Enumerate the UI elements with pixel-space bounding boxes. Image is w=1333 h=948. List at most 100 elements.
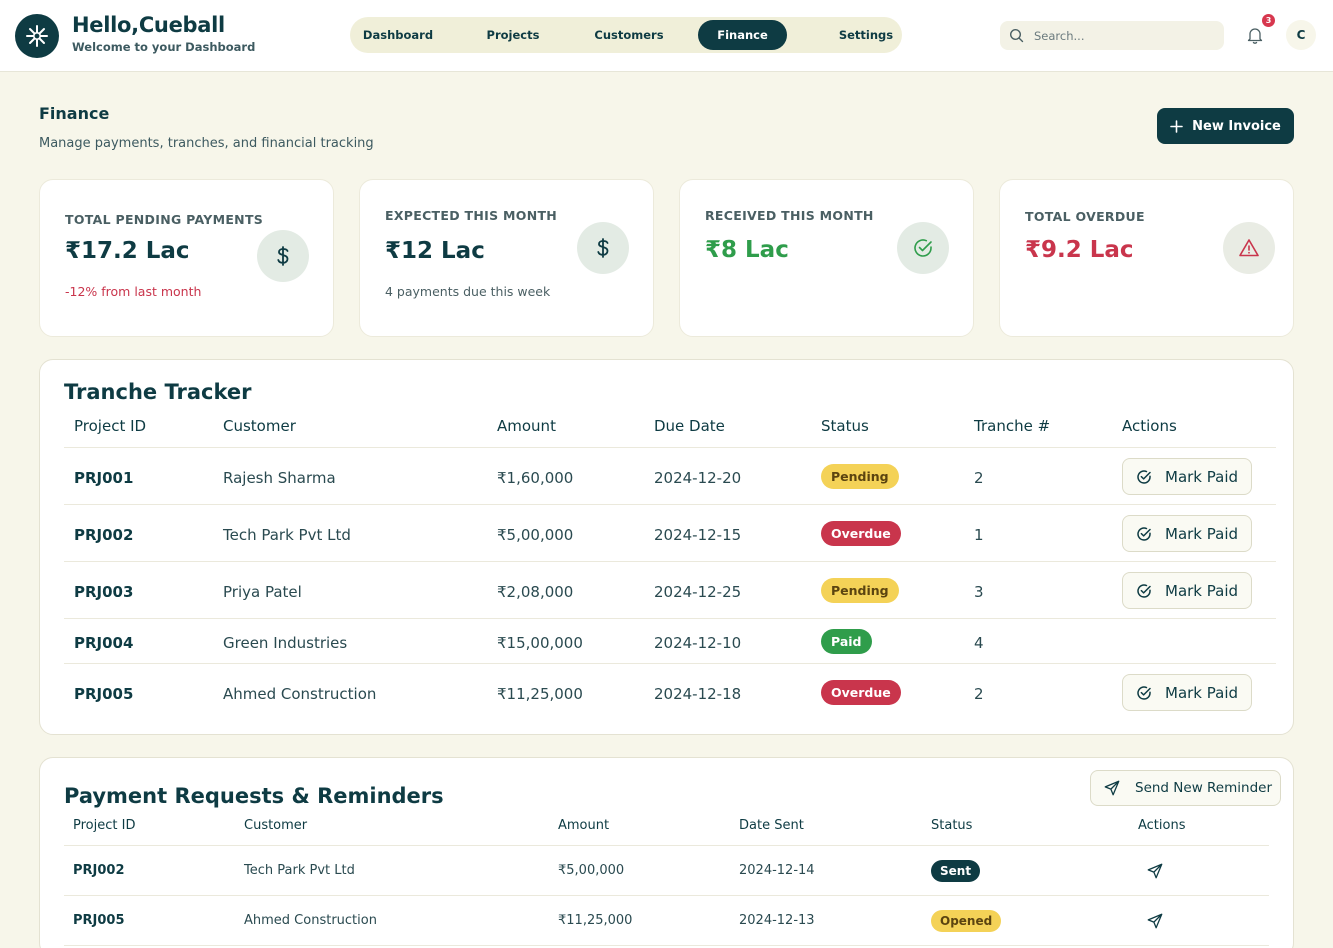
- sparkle-logo-icon: [26, 25, 48, 47]
- new-invoice-label: New Invoice: [1192, 118, 1281, 134]
- mark-paid-button[interactable]: Mark Paid: [1122, 674, 1252, 711]
- mark-paid-label: Mark Paid: [1165, 581, 1239, 600]
- plus-icon: [1170, 119, 1183, 133]
- page-title: Finance: [39, 104, 110, 123]
- greeting-title: Hello,Cueball: [72, 13, 225, 37]
- search-input[interactable]: [1034, 21, 1218, 50]
- amount: ₹5,00,000: [497, 526, 574, 544]
- divider: [64, 504, 1276, 505]
- stat-card-expected: EXPECTED THIS MONTH ₹12 Lac 4 payments d…: [359, 179, 654, 337]
- stat-card-received: RECEIVED THIS MONTH ₹8 Lac: [679, 179, 974, 337]
- due-date: 2024-12-10: [654, 634, 742, 652]
- divider: [64, 663, 1276, 664]
- status-badge: Overdue: [821, 680, 901, 705]
- tranche-tracker-title: Tranche Tracker: [64, 380, 252, 404]
- stat-value: ₹12 Lac: [385, 238, 485, 264]
- column-header: Due Date: [654, 417, 725, 435]
- send-new-reminder-button[interactable]: Send New Reminder: [1090, 770, 1281, 806]
- column-header: Amount: [558, 818, 610, 833]
- tranche-number: 2: [974, 469, 984, 487]
- customer: Tech Park Pvt Ltd: [223, 526, 351, 544]
- send-icon[interactable]: [1146, 862, 1164, 880]
- check-circle-icon: [1137, 583, 1151, 598]
- send-icon[interactable]: [1146, 912, 1164, 930]
- status-badge: Opened: [931, 910, 1002, 932]
- check-circle-icon: [1137, 469, 1151, 484]
- stat-value: ₹9.2 Lac: [1025, 237, 1134, 263]
- bell-icon[interactable]: [1245, 25, 1265, 45]
- column-header: Actions: [1138, 818, 1186, 833]
- mark-paid-label: Mark Paid: [1165, 683, 1239, 702]
- divider: [64, 895, 1269, 896]
- customer: Tech Park Pvt Ltd: [244, 863, 355, 878]
- stat-note: -12% from last month: [65, 284, 202, 299]
- mark-paid-label: Mark Paid: [1165, 467, 1239, 486]
- greeting-subtitle: Welcome to your Dashboard: [72, 40, 256, 54]
- notification-badge: 3: [1262, 14, 1275, 27]
- tranche-number: 2: [974, 685, 984, 703]
- divider: [64, 618, 1276, 619]
- project-id: PRJ004: [74, 634, 134, 652]
- column-header: Status: [821, 417, 869, 435]
- column-header: Customer: [223, 417, 296, 435]
- nav-dashboard[interactable]: Dashboard: [350, 20, 446, 50]
- divider: [64, 845, 1269, 846]
- project-id: PRJ002: [74, 526, 134, 544]
- nav-settings[interactable]: Settings: [820, 20, 912, 50]
- mark-paid-button[interactable]: Mark Paid: [1122, 458, 1252, 495]
- project-id: PRJ001: [74, 469, 134, 487]
- column-header: Tranche #: [974, 417, 1051, 435]
- customer: Green Industries: [223, 634, 348, 652]
- stat-label: EXPECTED THIS MONTH: [385, 208, 558, 223]
- warning-icon: [1223, 222, 1275, 274]
- stat-label: RECEIVED THIS MONTH: [705, 208, 874, 223]
- new-invoice-button[interactable]: New Invoice: [1157, 108, 1294, 144]
- divider: [64, 447, 1276, 448]
- date-sent: 2024-12-13: [739, 913, 815, 928]
- dollar-icon: [257, 230, 309, 282]
- avatar[interactable]: C: [1286, 20, 1316, 50]
- column-header: Actions: [1122, 417, 1177, 435]
- column-header: Date Sent: [739, 818, 804, 833]
- divider: [64, 561, 1276, 562]
- status-badge: Pending: [821, 578, 899, 603]
- page-subtitle: Manage payments, tranches, and financial…: [39, 136, 374, 151]
- column-header: Customer: [244, 818, 308, 833]
- column-header: Project ID: [74, 417, 147, 435]
- divider: [64, 945, 1269, 946]
- amount: ₹2,08,000: [497, 583, 574, 601]
- customer: Rajesh Sharma: [223, 469, 336, 487]
- nav-projects[interactable]: Projects: [466, 20, 560, 50]
- project-id: PRJ005: [73, 913, 125, 928]
- mark-paid-label: Mark Paid: [1165, 524, 1239, 543]
- customer: Ahmed Construction: [244, 913, 377, 928]
- project-id: PRJ005: [74, 685, 134, 703]
- nav-customers[interactable]: Customers: [582, 20, 676, 50]
- date-sent: 2024-12-14: [739, 863, 815, 878]
- amount: ₹15,00,000: [497, 634, 583, 652]
- tranche-number: 3: [974, 583, 984, 601]
- stat-value: ₹8 Lac: [705, 237, 789, 263]
- check-circle-icon: [897, 222, 949, 274]
- send-icon: [1104, 780, 1120, 796]
- status-badge: Pending: [821, 464, 899, 489]
- reminders-card: Payment Requests & Reminders Send New Re…: [39, 757, 1294, 948]
- search-box: [1000, 21, 1224, 50]
- due-date: 2024-12-25: [654, 583, 742, 601]
- customer: Ahmed Construction: [223, 685, 377, 703]
- due-date: 2024-12-20: [654, 469, 742, 487]
- send-new-reminder-label: Send New Reminder: [1135, 780, 1272, 796]
- stat-label: TOTAL OVERDUE: [1025, 209, 1145, 224]
- stat-card-overdue: TOTAL OVERDUE ₹9.2 Lac: [999, 179, 1294, 337]
- mark-paid-button[interactable]: Mark Paid: [1122, 515, 1252, 552]
- nav-finance[interactable]: Finance: [698, 20, 787, 50]
- due-date: 2024-12-18: [654, 685, 742, 703]
- amount: ₹1,60,000: [497, 469, 574, 487]
- stat-card-pending: TOTAL PENDING PAYMENTS ₹17.2 Lac -12% fr…: [39, 179, 334, 337]
- amount: ₹11,25,000: [497, 685, 583, 703]
- reminders-title: Payment Requests & Reminders: [64, 784, 444, 808]
- mark-paid-button[interactable]: Mark Paid: [1122, 572, 1252, 609]
- top-bar: Hello,Cueball Welcome to your Dashboard …: [0, 0, 1333, 72]
- stat-value: ₹17.2 Lac: [65, 238, 190, 264]
- dollar-icon: [577, 222, 629, 274]
